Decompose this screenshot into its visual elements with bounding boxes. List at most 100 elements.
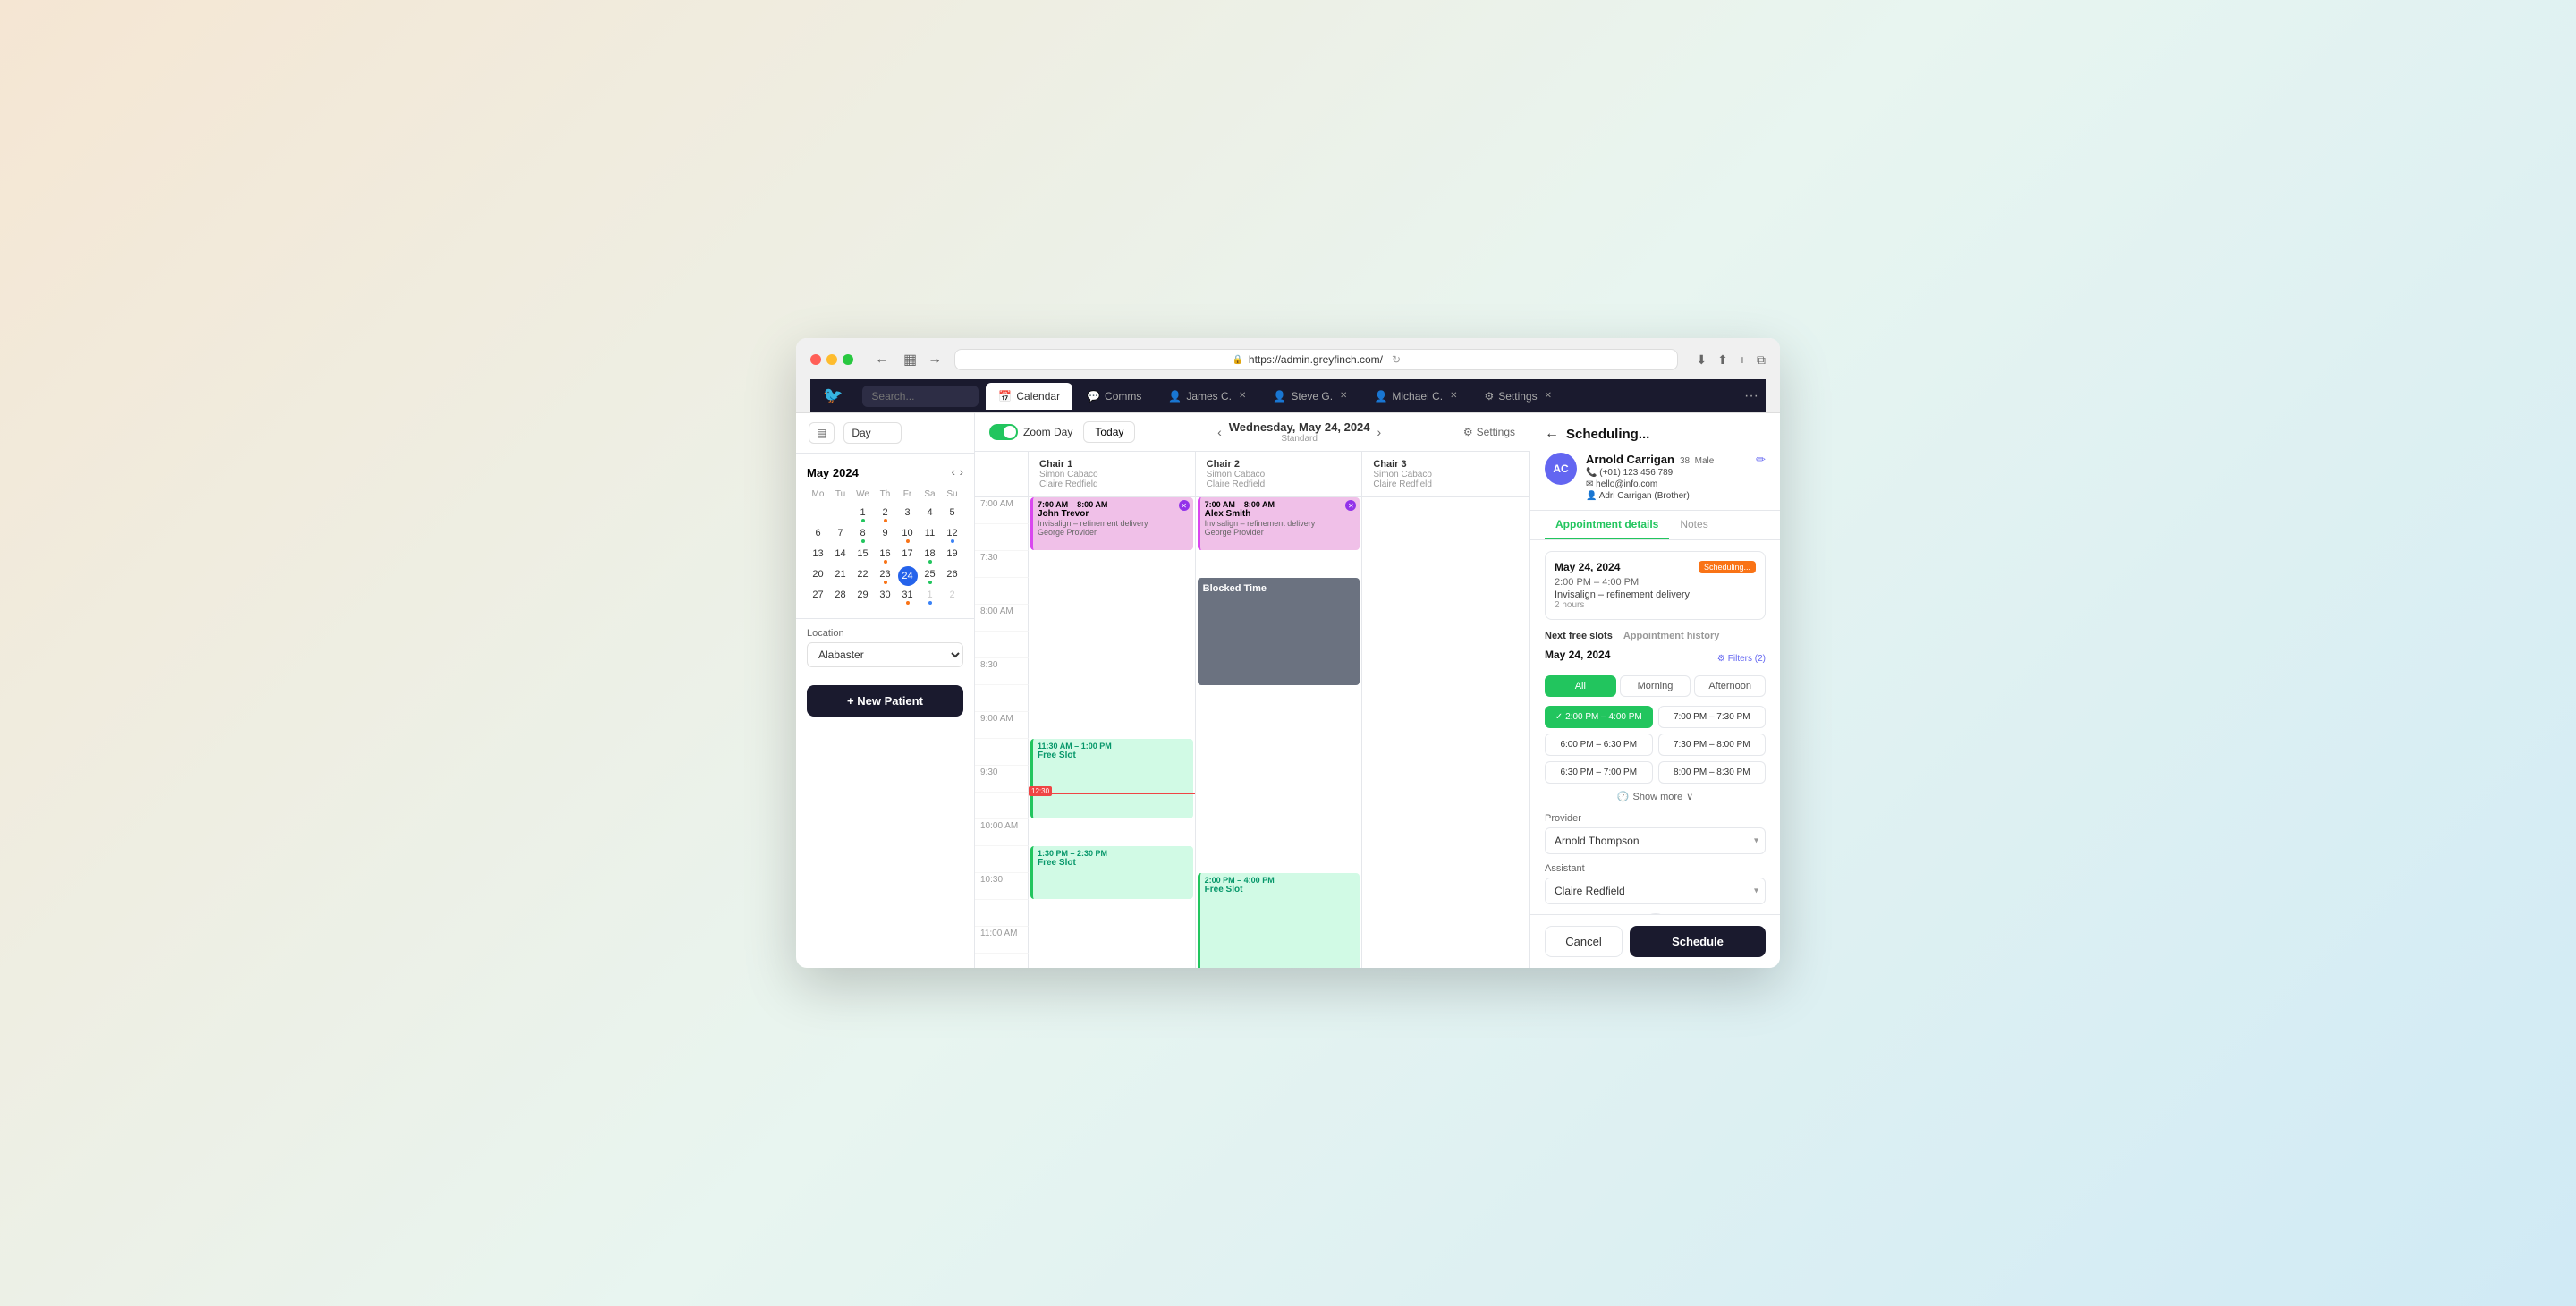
calendar-settings-button[interactable]: ⚙ Settings <box>1463 426 1515 438</box>
filter-button[interactable]: ⚙ Filters (2) <box>1717 654 1766 664</box>
close-traffic-light[interactable] <box>810 354 821 365</box>
mini-cal-day[interactable]: 4 <box>919 505 941 525</box>
james-tab-close[interactable]: ✕ <box>1239 391 1246 401</box>
prev-date-button[interactable]: ‹ <box>1217 425 1222 439</box>
event-free-slot-2[interactable]: 1:30 PM – 2:30 PM Free Slot <box>1030 846 1193 899</box>
mini-cal-day[interactable] <box>829 505 852 525</box>
mini-cal-day[interactable]: 16 <box>874 546 896 566</box>
tab-calendar[interactable]: 📅 Calendar <box>986 383 1072 410</box>
time-slot-btn[interactable]: 6:00 PM – 6:30 PM <box>1545 734 1653 756</box>
michael-tab-close[interactable]: ✕ <box>1450 391 1457 401</box>
mini-cal-day[interactable]: 20 <box>807 566 829 587</box>
panel-back-button[interactable]: ← <box>1545 426 1559 442</box>
event-blocked[interactable]: Blocked Time <box>1198 578 1360 685</box>
event-john-trevor[interactable]: ✕ 7:00 AM – 8:00 AM John Trevor Invisali… <box>1030 497 1193 550</box>
mini-cal-day[interactable]: 7 <box>829 525 852 546</box>
tab-settings[interactable]: ⚙ Settings ✕ <box>1471 383 1564 410</box>
more-tabs-button[interactable]: ··· <box>1737 381 1766 411</box>
filter-tab-morning[interactable]: Morning <box>1620 675 1691 697</box>
filter-tab-afternoon[interactable]: Afternoon <box>1694 675 1766 697</box>
share-button[interactable]: ⬆ <box>1717 352 1728 368</box>
provider-select[interactable]: Arnold Thompson <box>1545 827 1766 854</box>
back-button[interactable]: ← <box>871 350 893 369</box>
tab-james[interactable]: 👤 James C. ✕ <box>1156 383 1258 410</box>
event-free-slot-3[interactable]: 2:00 PM – 4:00 PM Free Slot <box>1198 873 1360 968</box>
search-input[interactable] <box>862 386 979 407</box>
assistant-select[interactable]: Claire Redfield <box>1545 878 1766 904</box>
mini-cal-day[interactable]: 18 <box>919 546 941 566</box>
mini-cal-day[interactable]: 3 <box>896 505 919 525</box>
new-tab-button[interactable]: + <box>1739 352 1746 368</box>
mini-cal-day[interactable]: 27 <box>807 587 829 607</box>
sidebar-toggle[interactable]: ▦ <box>903 350 917 369</box>
zoom-toggle-switch[interactable] <box>989 424 1018 440</box>
time-slot-btn[interactable]: 8:00 PM – 8:30 PM <box>1658 761 1767 784</box>
mini-cal-day-today[interactable]: 24 <box>898 566 918 586</box>
mini-cal-day[interactable]: 28 <box>829 587 852 607</box>
view-select[interactable]: Day Week <box>843 422 902 444</box>
mini-cal-day[interactable]: 2 <box>874 505 896 525</box>
forward-button[interactable]: → <box>924 350 945 369</box>
appointment-history-label[interactable]: Appointment history <box>1623 631 1720 641</box>
tab-comms[interactable]: 💬 Comms <box>1074 383 1154 410</box>
tab-steve[interactable]: 👤 Steve G. ✕ <box>1260 383 1360 410</box>
refresh-icon[interactable]: ↻ <box>1392 353 1401 366</box>
mini-cal-day[interactable]: 12 <box>941 525 963 546</box>
time-slot-btn[interactable]: 6:30 PM – 7:00 PM <box>1545 761 1653 784</box>
mini-cal-day[interactable]: 19 <box>941 546 963 566</box>
minimize-traffic-light[interactable] <box>826 354 837 365</box>
mini-cal-day[interactable]: 5 <box>941 505 963 525</box>
mini-cal-day[interactable]: 21 <box>829 566 852 587</box>
windows-button[interactable]: ⧉ <box>1757 352 1766 368</box>
mini-cal-next[interactable]: › <box>960 465 963 479</box>
mini-cal-day[interactable]: 6 <box>807 525 829 546</box>
mini-cal-day[interactable]: 25 <box>919 566 941 587</box>
cancel-button[interactable]: Cancel <box>1545 926 1623 957</box>
download-button[interactable]: ⬇ <box>1696 352 1707 368</box>
next-date-button[interactable]: › <box>1377 425 1382 439</box>
location-select[interactable]: Alabaster <box>807 642 963 667</box>
mini-cal-day[interactable]: 17 <box>896 546 919 566</box>
tab-notes[interactable]: Notes <box>1669 511 1718 539</box>
today-button[interactable]: Today <box>1083 421 1135 443</box>
mini-cal-day[interactable]: 9 <box>874 525 896 546</box>
settings-tab-close[interactable]: ✕ <box>1545 391 1552 401</box>
schedule-button[interactable]: Schedule <box>1630 926 1766 957</box>
event-free-slot-1[interactable]: 11:30 AM – 1:00 PM Free Slot <box>1030 739 1193 818</box>
tab-appointment-details[interactable]: Appointment details <box>1545 511 1669 539</box>
mini-cal-prev[interactable]: ‹ <box>952 465 955 479</box>
mini-cal-day[interactable]: 15 <box>852 546 874 566</box>
mini-cal-day[interactable]: 2 <box>941 587 963 607</box>
time-slot-btn[interactable]: 7:00 PM – 7:30 PM <box>1658 706 1767 728</box>
checkmark-icon: ✓ <box>1555 712 1563 722</box>
mini-cal-day[interactable]: 8 <box>852 525 874 546</box>
patient-edit-button[interactable]: ✏ <box>1756 453 1766 467</box>
mini-cal-day[interactable]: 14 <box>829 546 852 566</box>
new-patient-button[interactable]: + New Patient <box>807 685 963 717</box>
mini-cal-day[interactable]: 23 <box>874 566 896 587</box>
mini-cal-day[interactable]: 31 <box>896 587 919 607</box>
mini-cal-day[interactable]: 10 <box>896 525 919 546</box>
location-section: Location Alabaster <box>796 619 974 676</box>
sidebar-toggle-btn[interactable]: ▤ <box>809 422 835 444</box>
filter-tab-all[interactable]: All <box>1545 675 1616 697</box>
time-slot-btn[interactable]: 7:30 PM – 8:00 PM <box>1658 734 1767 756</box>
mini-cal-day[interactable]: 26 <box>941 566 963 587</box>
mini-cal-day[interactable]: 29 <box>852 587 874 607</box>
mini-cal-day[interactable]: 11 <box>919 525 941 546</box>
mini-cal-day[interactable] <box>807 505 829 525</box>
tab-michael[interactable]: 👤 Michael C. ✕ <box>1361 383 1470 410</box>
mini-cal-day[interactable]: 13 <box>807 546 829 566</box>
time-slot-selected[interactable]: ✓ 2:00 PM – 4:00 PM <box>1545 706 1653 728</box>
event-close-icon[interactable]: ✕ <box>1179 500 1190 511</box>
mini-cal-day[interactable]: 22 <box>852 566 874 587</box>
address-bar[interactable]: 🔒 https://admin.greyfinch.com/ ↻ <box>954 349 1678 370</box>
event-alex-smith[interactable]: ✕ 7:00 AM – 8:00 AM Alex Smith Invisalig… <box>1198 497 1360 550</box>
mini-cal-day[interactable]: 30 <box>874 587 896 607</box>
show-more-button[interactable]: 🕐 Show more ∨ <box>1545 791 1766 802</box>
maximize-traffic-light[interactable] <box>843 354 853 365</box>
mini-cal-day[interactable]: 1 <box>919 587 941 607</box>
steve-tab-close[interactable]: ✕ <box>1340 391 1347 401</box>
mini-cal-day[interactable]: 1 <box>852 505 874 525</box>
next-free-slots-label[interactable]: Next free slots <box>1545 631 1613 641</box>
